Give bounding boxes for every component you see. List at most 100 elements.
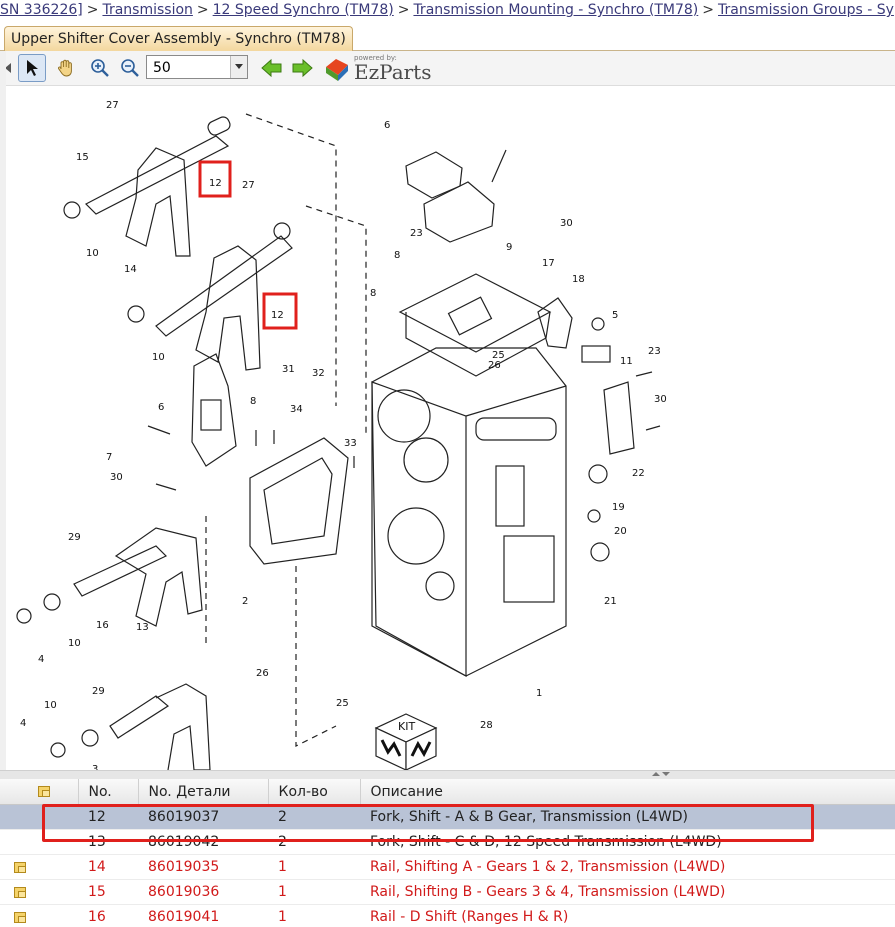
nut-4-bottom [50, 742, 66, 758]
callout-30b[interactable]: 30 [560, 218, 573, 229]
callout-34[interactable]: 34 [290, 404, 303, 415]
pan-tool-button[interactable] [52, 54, 80, 82]
table-row-12[interactable]: 12 86019037 2 Fork, Shift - A & B Gear, … [0, 804, 895, 830]
grid-header-row: No. No. Детали Кол-во Описание [0, 779, 895, 805]
breadcrumb-item-groups[interactable]: Transmission Groups - Sy [718, 2, 894, 18]
row-qty: 2 [268, 829, 360, 855]
callout-2[interactable]: 2 [242, 596, 248, 607]
washer-10-top [63, 201, 81, 219]
callout-1[interactable]: 1 [536, 688, 542, 699]
callout-19[interactable]: 19 [612, 502, 625, 513]
case-bore-low [387, 507, 445, 565]
table-row-13[interactable]: 13 86019042 2 Fork, Shift - C & D, 12 Sp… [0, 829, 895, 855]
parts-diagram-viewer[interactable]: KIT 27 15 12 27 10 14 12 10 6 7 30 31 32… [6, 86, 895, 770]
note-icon[interactable] [14, 886, 26, 898]
zoom-level-select[interactable] [146, 55, 248, 79]
callout-10c[interactable]: 10 [68, 638, 81, 649]
callout-26a[interactable]: 26 [256, 668, 269, 679]
callout-33[interactable]: 33 [344, 438, 357, 449]
arrow-right-icon [292, 58, 313, 78]
callout-8c[interactable]: 8 [370, 288, 376, 299]
callout-29a[interactable]: 29 [68, 532, 81, 543]
callout-23b[interactable]: 23 [648, 346, 661, 357]
callout-10d[interactable]: 10 [44, 700, 57, 711]
top-cover-9 [398, 273, 552, 353]
callout-5[interactable]: 5 [612, 310, 618, 321]
callout-12b[interactable]: 12 [271, 310, 284, 321]
callout-30c[interactable]: 30 [654, 394, 667, 405]
bracket-17 [537, 297, 573, 349]
callout-6b[interactable]: 6 [384, 120, 390, 131]
col-header-icon[interactable] [0, 779, 79, 805]
arrow-left-icon [261, 58, 282, 78]
select-tool-button[interactable] [18, 54, 46, 82]
callout-16[interactable]: 16 [96, 620, 109, 631]
ezparts-logo-icon [326, 59, 348, 81]
callout-23a[interactable]: 23 [410, 228, 423, 239]
col-header-no[interactable]: No. [78, 779, 139, 805]
callout-8a[interactable]: 8 [250, 396, 256, 407]
callout-7[interactable]: 7 [106, 452, 112, 463]
zoom-out-button[interactable] [116, 54, 144, 82]
breadcrumb-item-sn[interactable]: SN 336226] [0, 2, 83, 18]
callout-28[interactable]: 28 [480, 720, 493, 731]
callout-14[interactable]: 14 [124, 264, 137, 275]
callout-15[interactable]: 15 [76, 152, 89, 163]
callout-32[interactable]: 32 [312, 368, 325, 379]
tab-upper-shifter-cover[interactable]: Upper Shifter Cover Assembly - Synchro (… [4, 26, 353, 51]
col-header-part-no[interactable]: No. Детали [138, 779, 269, 805]
callout-8b[interactable]: 8 [394, 250, 400, 261]
breadcrumb-item-12-speed[interactable]: 12 Speed Synchro (TM78) [213, 2, 394, 18]
callout-12a[interactable]: 12 [209, 178, 222, 189]
forward-button[interactable] [288, 54, 316, 82]
callout-9[interactable]: 9 [506, 242, 512, 253]
callout-25a[interactable]: 25 [336, 698, 349, 709]
callout-30a[interactable]: 30 [110, 472, 123, 483]
parts-list-grid: No. No. Детали Кол-во Описание 12 860190… [0, 779, 895, 927]
case-bore-mid [403, 437, 449, 483]
callout-10b[interactable]: 10 [152, 352, 165, 363]
table-row-16[interactable]: 16 86019041 1 Rail - D Shift (Ranges H &… [0, 904, 895, 927]
callout-10a[interactable]: 10 [86, 248, 99, 259]
row-no: 12 [78, 804, 138, 830]
col-header-desc[interactable]: Описание [360, 779, 895, 805]
table-row-14[interactable]: 14 86019035 1 Rail, Shifting A - Gears 1… [0, 854, 895, 880]
plug-20 [587, 509, 601, 523]
callout-18[interactable]: 18 [572, 274, 585, 285]
note-icon[interactable] [14, 911, 26, 923]
back-button[interactable] [258, 54, 286, 82]
nut-4-low [16, 608, 32, 624]
callout-29b[interactable]: 29 [92, 686, 105, 697]
callout-4b[interactable]: 4 [20, 718, 26, 729]
callout-22[interactable]: 22 [632, 468, 645, 479]
plate-5 [581, 345, 611, 363]
row-desc: Rail - D Shift (Ranges H & R) [360, 904, 895, 927]
zoom-out-icon [121, 59, 139, 77]
upper-shifter-plate [423, 181, 495, 243]
note-icon [38, 786, 50, 797]
callout-labels: 27 15 12 27 10 14 12 10 6 7 30 31 32 8 3… [20, 100, 667, 770]
chevron-down-icon[interactable] [230, 56, 247, 78]
callout-13[interactable]: 13 [136, 622, 149, 633]
callout-21[interactable]: 21 [604, 596, 617, 607]
breadcrumb-item-mounting[interactable]: Transmission Mounting - Synchro (TM78) [413, 2, 698, 18]
note-icon[interactable] [14, 861, 26, 873]
zoom-level-input[interactable] [151, 57, 235, 79]
zoom-in-button[interactable] [86, 54, 114, 82]
callout-27a[interactable]: 27 [106, 100, 119, 111]
table-row-15[interactable]: 15 86019036 1 Rail, Shifting B - Gears 3… [0, 879, 895, 905]
callout-17[interactable]: 17 [542, 258, 555, 269]
breadcrumb: SN 336226] > Transmission >12 Speed Synchro… [0, 0, 895, 22]
callout-20[interactable]: 20 [614, 526, 627, 537]
breadcrumb-item-transmission[interactable]: Transmission [102, 2, 192, 18]
callout-11[interactable]: 11 [620, 356, 633, 367]
row-no: 15 [78, 879, 138, 905]
callout-4a[interactable]: 4 [38, 654, 44, 665]
upper-shifter-6 [405, 151, 463, 199]
callout-6a[interactable]: 6 [158, 402, 164, 413]
plug-19 [588, 464, 608, 484]
col-header-qty[interactable]: Кол-во [268, 779, 361, 805]
callout-27b[interactable]: 27 [242, 180, 255, 191]
callout-31[interactable]: 31 [282, 364, 295, 375]
callout-26b[interactable]: 26 [488, 360, 501, 371]
